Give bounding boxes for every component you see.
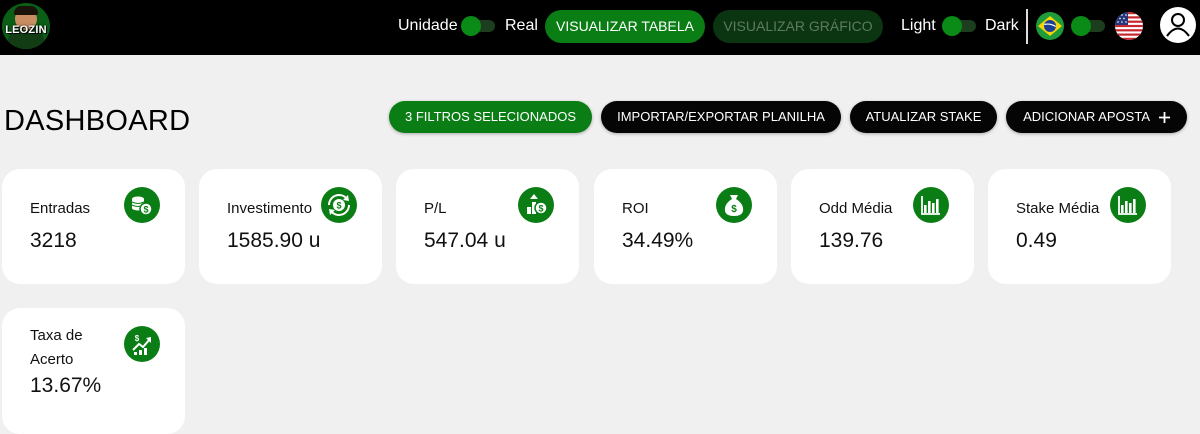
stat-label: ROI [622,200,649,217]
logo-hair [14,6,38,15]
stat-label: Taxa de Acerto [30,327,83,368]
svg-text:$: $ [143,205,148,215]
profit-chart-icon: $ [518,187,554,223]
stat-card-investimento: Investimento 1585.90 u $ [199,169,382,284]
stat-value: 547.04 u [424,229,506,252]
coins-dollar-icon: $ [124,187,160,223]
stat-value: 1585.90 u [227,229,321,252]
stat-value: 139.76 [819,229,884,252]
view-table-button[interactable]: VISUALIZAR TABELA [545,10,705,43]
add-bet-button[interactable]: ADICIONAR APOSTA [1006,101,1187,133]
stat-card-odd-media: Odd Média 139.76 [791,169,974,284]
stat-value: 0.49 [1016,229,1057,252]
stat-label: Stake Média [1016,200,1100,217]
plus-icon [1158,112,1170,124]
money-cycle-icon: $ [321,187,357,223]
stat-card-stake-media: Stake Média 0.49 [988,169,1171,284]
unit-toggle-knob [461,16,481,36]
stat-value: 34.49% [622,229,694,252]
import-export-button[interactable]: IMPORTAR/EXPORTAR PLANILHA [601,101,841,133]
stat-card-taxa-de-acerto: Taxa de Acerto 13.67% $ [2,308,185,434]
stat-value: 3218 [30,229,77,252]
svg-text:$: $ [135,334,140,343]
update-stake-button[interactable]: ATUALIZAR STAKE [850,101,997,133]
svg-text:$: $ [336,201,341,211]
stat-card-pl: P/L 547.04 u $ [396,169,579,284]
logo[interactable]: LEOZIN [2,3,50,49]
brazil-flag-icon[interactable] [1036,12,1064,40]
svg-text:$: $ [731,204,737,215]
stat-card-entradas: Entradas 3218 $ [2,169,185,284]
stat-label: Entradas [30,200,91,217]
unit-toggle-right-label: Real [505,17,538,34]
top-bar: LEOZIN Unidade Real VISUALIZAR TABELA VI… [0,0,1200,55]
stat-label: Investimento [227,200,313,217]
header-divider [1026,9,1028,44]
filters-button[interactable]: 3 FILTROS SELECIONADOS [389,101,592,133]
theme-toggle-right-label: Dark [985,17,1019,34]
theme-toggle-left-label: Light [901,17,936,34]
theme-toggle-knob [942,16,962,36]
view-chart-button[interactable]: VISUALIZAR GRÁFICO [713,10,883,43]
unit-toggle[interactable] [461,16,495,36]
add-bet-label: ADICIONAR APOSTA [1023,109,1150,124]
svg-text:$: $ [538,204,543,214]
money-bag-icon: $ [716,187,752,223]
unit-toggle-left-label: Unidade [398,17,458,34]
language-toggle-knob [1071,16,1091,36]
logo-text: LEOZIN [5,24,47,36]
bar-chart-icon [1110,187,1146,223]
usa-flag-icon[interactable] [1115,12,1143,40]
stat-card-roi: ROI 34.49% $ [594,169,777,284]
stat-label: Odd Média [819,200,893,217]
stat-value: 13.67% [30,374,102,397]
language-toggle[interactable] [1071,16,1105,36]
user-icon[interactable] [1160,7,1196,43]
page-title: DASHBOARD [4,105,191,137]
stat-label: P/L [424,200,447,217]
trend-up-icon: $ [124,326,160,362]
theme-toggle[interactable] [942,16,976,36]
bar-chart-icon [913,187,949,223]
